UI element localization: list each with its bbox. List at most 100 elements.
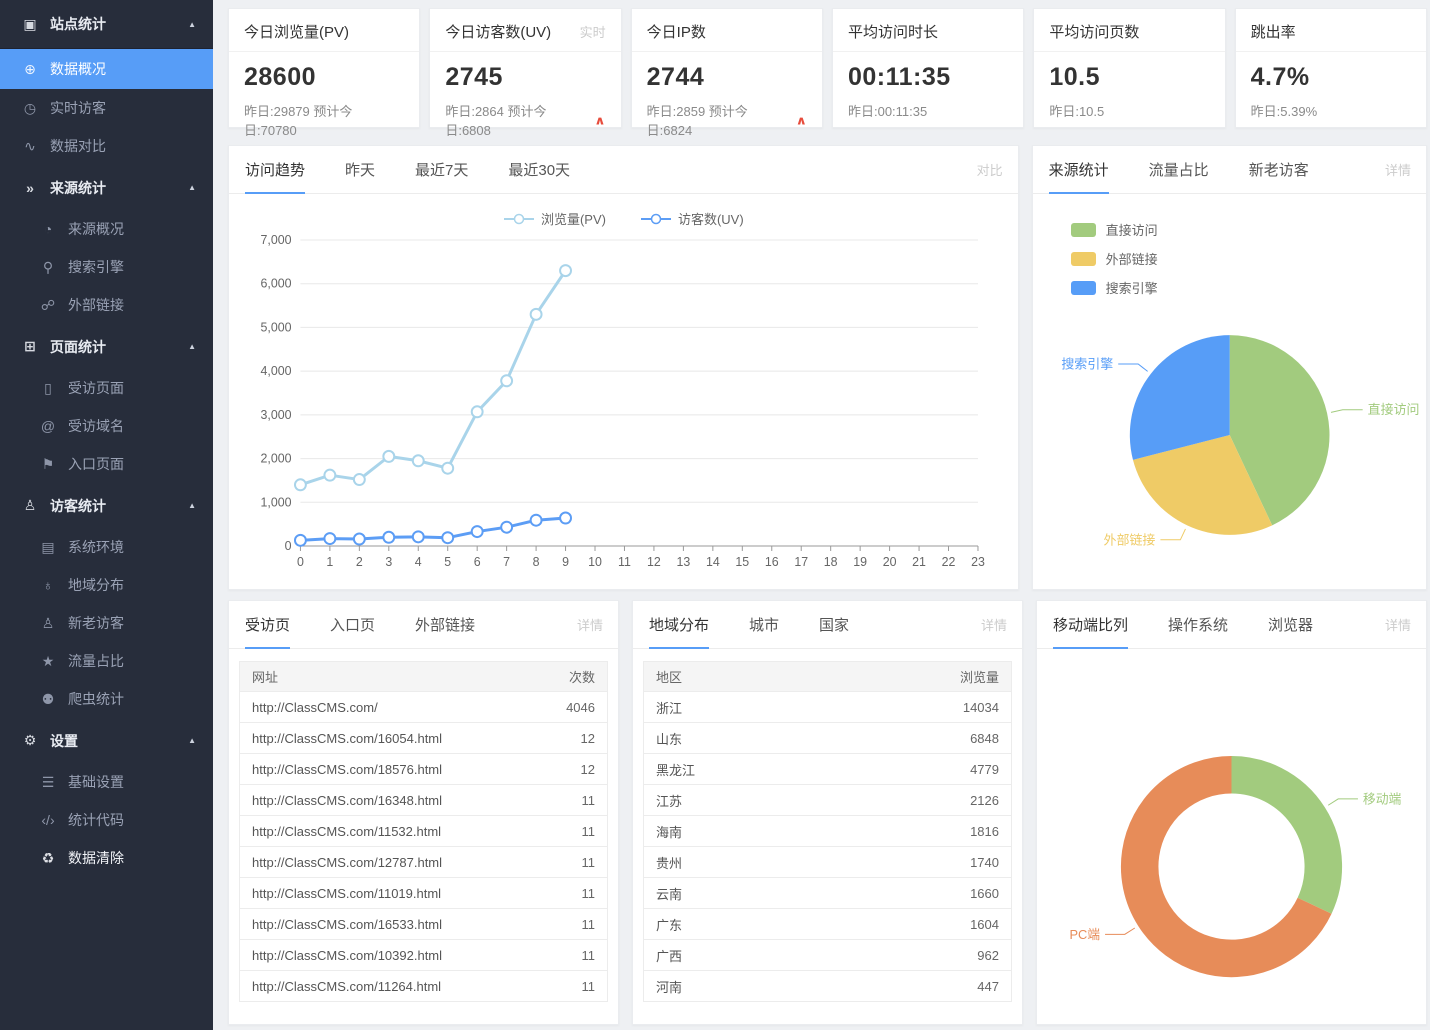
collapse-arrow-icon: ▲ bbox=[188, 736, 196, 745]
sidebar-item-data-overview[interactable]: ⊕数据概况 bbox=[0, 49, 213, 89]
svg-text:3,000: 3,000 bbox=[260, 408, 291, 422]
table-cell-label: http://ClassCMS.com/11532.html bbox=[252, 824, 441, 839]
region-detail-link[interactable]: 详情 bbox=[981, 615, 1007, 634]
tab-source-stats[interactable]: 来源统计 bbox=[1049, 146, 1109, 193]
sidebar-item-source-stats[interactable]: »来源统计▲ bbox=[0, 165, 213, 210]
tab-external-link[interactable]: 外部链接 bbox=[415, 601, 475, 648]
sidebar-item-tracking-code[interactable]: ‹/› 统计代码 bbox=[0, 801, 213, 839]
stat-card-title: 今日IP数 bbox=[647, 21, 706, 42]
source-stats-panel-header: 来源统计流量占比新老访客 详情 bbox=[1033, 146, 1426, 194]
stat-card-value: 00:11:35 bbox=[848, 63, 1008, 92]
stat-card-avg-duration: 平均访问时长00:11:35昨日:00:11:35 bbox=[832, 8, 1024, 128]
sidebar-item-search-engine[interactable]: ⚲搜索引擎 bbox=[0, 248, 213, 286]
legend-item[interactable]: 直接访问 bbox=[1071, 220, 1426, 239]
location-pin-icon: ♁ bbox=[37, 577, 59, 593]
legend-item[interactable]: 外部链接 bbox=[1071, 249, 1426, 268]
sidebar-item-source-overview[interactable]: ◔来源概况 bbox=[0, 210, 213, 248]
tab-visit-trend[interactable]: 访问趋势 bbox=[245, 146, 305, 193]
stat-card-title: 今日浏览量(PV) bbox=[244, 21, 349, 42]
tab-traffic-share[interactable]: 流量占比 bbox=[1149, 146, 1209, 193]
sidebar-item-visitor-stats[interactable]: ♙访客统计▲ bbox=[0, 483, 213, 528]
legend-item[interactable]: 浏览量(PV) bbox=[503, 209, 606, 228]
device-detail-link[interactable]: 详情 bbox=[1385, 615, 1411, 634]
stat-card-uv: 今日访客数(UV)实时2745昨日:2864 预计今日:6808∧ bbox=[429, 8, 621, 128]
svg-text:8: 8 bbox=[533, 555, 540, 569]
sidebar-item-visited-domains[interactable]: @受访域名 bbox=[0, 407, 213, 445]
clock-icon: ◷ bbox=[19, 100, 41, 117]
table-cell-label: 广东 bbox=[656, 915, 682, 934]
svg-text:19: 19 bbox=[853, 555, 867, 569]
sidebar-item-data-clear[interactable]: ♻数据清除 bbox=[0, 839, 213, 877]
tab-region-distribution[interactable]: 地域分布 bbox=[649, 601, 709, 648]
table-cell-label: http://ClassCMS.com/18576.html bbox=[252, 762, 442, 777]
visited-detail-link[interactable]: 详情 bbox=[577, 615, 603, 634]
visit-trend-line-chart: 01,0002,0003,0004,0005,0006,0007,0000123… bbox=[229, 230, 1018, 590]
svg-text:2: 2 bbox=[356, 555, 363, 569]
table-cell-value: 4779 bbox=[970, 762, 999, 777]
sidebar-item-label: 基础设置 bbox=[68, 772, 124, 792]
code-icon: ‹/› bbox=[37, 812, 59, 828]
tab-os[interactable]: 操作系统 bbox=[1168, 601, 1228, 648]
sidebar-item-region-distribution[interactable]: ♁地域分布 bbox=[0, 566, 213, 604]
table-header-row: 地区浏览量 bbox=[644, 662, 1011, 692]
sidebar-item-entry-pages[interactable]: ⚑入口页面 bbox=[0, 445, 213, 483]
sidebar-item-page-stats[interactable]: ⊞页面统计▲ bbox=[0, 324, 213, 369]
table-cell-value: 11 bbox=[582, 948, 596, 963]
tab-last-7-days[interactable]: 最近7天 bbox=[415, 146, 468, 193]
stat-card-bounce-rate: 跳出率4.7%昨日:5.39% bbox=[1235, 8, 1427, 128]
tab-new-old-visitors[interactable]: 新老访客 bbox=[1249, 146, 1309, 193]
legend-marker-icon bbox=[640, 213, 672, 225]
table-cell-label: http://ClassCMS.com/10392.html bbox=[252, 948, 442, 963]
legend-item[interactable]: 搜索引擎 bbox=[1071, 278, 1426, 297]
tab-last-30-days[interactable]: 最近30天 bbox=[508, 146, 570, 193]
compare-link[interactable]: 对比 bbox=[977, 160, 1003, 179]
table-cell-label: 广西 bbox=[656, 946, 682, 965]
svg-text:10: 10 bbox=[588, 555, 602, 569]
sidebar-item-external-links[interactable]: ☍外部链接 bbox=[0, 286, 213, 324]
table-cell-label: 云南 bbox=[656, 884, 682, 903]
tab-visited-page[interactable]: 受访页 bbox=[245, 601, 290, 648]
table-cell-label: http://ClassCMS.com/16533.html bbox=[252, 917, 442, 932]
stat-card-compare: 昨日:2859 预计今日:6824∧ bbox=[647, 101, 807, 139]
at-icon: @ bbox=[37, 418, 59, 434]
legend-swatch-icon bbox=[1071, 252, 1096, 266]
table-cell-label: 黑龙江 bbox=[656, 760, 695, 779]
sidebar-item-system-env[interactable]: ▤系统环境 bbox=[0, 528, 213, 566]
sidebar-item-settings[interactable]: ⚙设置▲ bbox=[0, 718, 213, 763]
sidebar-item-label: 爬虫统计 bbox=[68, 689, 124, 709]
sidebar-item-data-compare[interactable]: ∿数据对比 bbox=[0, 127, 213, 165]
pulse-icon: ∿ bbox=[19, 138, 41, 155]
sidebar-item-label: 统计代码 bbox=[68, 810, 124, 830]
sidebar-item-realtime-visitors[interactable]: ◷实时访客 bbox=[0, 89, 213, 127]
table-cell-label: http://ClassCMS.com/16054.html bbox=[252, 731, 442, 746]
table-row: http://ClassCMS.com/11264.html11 bbox=[240, 971, 607, 1002]
table-cell-label: 浙江 bbox=[656, 698, 682, 717]
table-row: http://ClassCMS.com/12787.html11 bbox=[240, 847, 607, 878]
svg-text:7: 7 bbox=[503, 555, 510, 569]
svg-text:4: 4 bbox=[415, 555, 422, 569]
sidebar-item-traffic-share[interactable]: ★流量占比 bbox=[0, 642, 213, 680]
tab-mobile-ratio[interactable]: 移动端比列 bbox=[1053, 601, 1128, 648]
sidebar-item-basic-settings[interactable]: ☰基础设置 bbox=[0, 763, 213, 801]
svg-text:6: 6 bbox=[474, 555, 481, 569]
svg-text:22: 22 bbox=[942, 555, 956, 569]
sidebar-item-site-stats[interactable]: ▣站点统计▲ bbox=[0, 0, 213, 49]
visited-pages-panel: 受访页入口页外部链接 详情 网址次数http://ClassCMS.com/40… bbox=[228, 600, 619, 1025]
tab-country[interactable]: 国家 bbox=[819, 601, 849, 648]
tab-city[interactable]: 城市 bbox=[749, 601, 779, 648]
visited-pages-panel-header: 受访页入口页外部链接 详情 bbox=[229, 601, 618, 649]
sidebar-item-crawler-stats[interactable]: ⚉爬虫统计 bbox=[0, 680, 213, 718]
svg-text:13: 13 bbox=[676, 555, 690, 569]
svg-text:搜索引擎: 搜索引擎 bbox=[1061, 357, 1113, 372]
legend-item[interactable]: 访客数(UV) bbox=[640, 209, 744, 228]
svg-text:12: 12 bbox=[647, 555, 661, 569]
flag-icon: ⚑ bbox=[37, 456, 59, 473]
table-row: 广东1604 bbox=[644, 909, 1011, 940]
tab-yesterday[interactable]: 昨天 bbox=[345, 146, 375, 193]
sidebar-item-new-old-visitors[interactable]: ♙新老访客 bbox=[0, 604, 213, 642]
tab-browser[interactable]: 浏览器 bbox=[1268, 601, 1313, 648]
table-header-row: 网址次数 bbox=[240, 662, 607, 692]
tab-entry-page[interactable]: 入口页 bbox=[330, 601, 375, 648]
sidebar-item-visited-pages[interactable]: ▯受访页面 bbox=[0, 369, 213, 407]
source-detail-link[interactable]: 详情 bbox=[1385, 160, 1411, 179]
